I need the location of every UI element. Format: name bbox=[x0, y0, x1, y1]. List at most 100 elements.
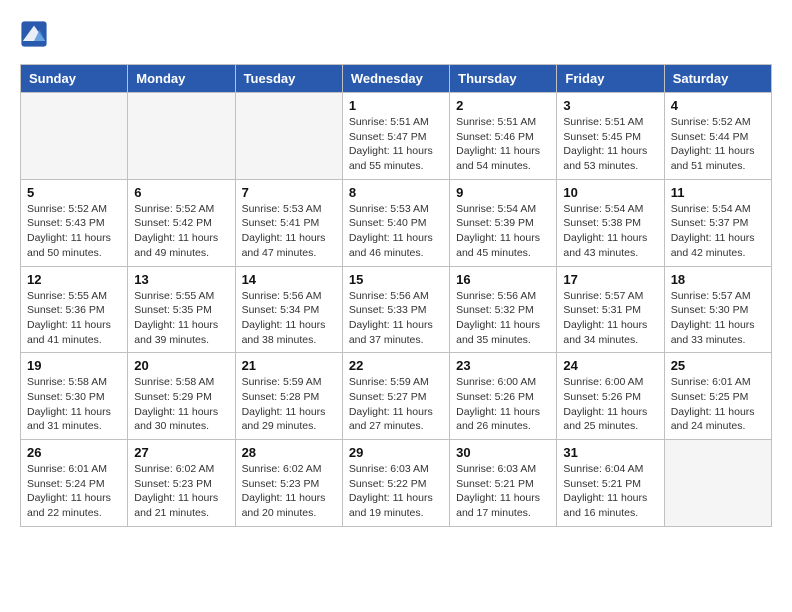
day-info: Sunrise: 5:57 AM Sunset: 5:30 PM Dayligh… bbox=[671, 289, 765, 348]
day-info: Sunrise: 5:53 AM Sunset: 5:41 PM Dayligh… bbox=[242, 202, 336, 261]
weekday-header-saturday: Saturday bbox=[664, 65, 771, 93]
calendar-cell: 8 Sunrise: 5:53 AM Sunset: 5:40 PM Daylig… bbox=[342, 179, 449, 266]
day-number: 28 bbox=[242, 445, 336, 460]
calendar-cell: 2 Sunrise: 5:51 AM Sunset: 5:46 PM Daylig… bbox=[450, 93, 557, 180]
weekday-header-tuesday: Tuesday bbox=[235, 65, 342, 93]
day-info: Sunrise: 6:03 AM Sunset: 5:21 PM Dayligh… bbox=[456, 462, 550, 521]
day-number: 2 bbox=[456, 98, 550, 113]
day-number: 12 bbox=[27, 272, 121, 287]
calendar-cell: 18 Sunrise: 5:57 AM Sunset: 5:30 PM Dayli… bbox=[664, 266, 771, 353]
calendar-cell: 22 Sunrise: 5:59 AM Sunset: 5:27 PM Dayli… bbox=[342, 353, 449, 440]
day-number: 25 bbox=[671, 358, 765, 373]
day-number: 18 bbox=[671, 272, 765, 287]
calendar-cell: 16 Sunrise: 5:56 AM Sunset: 5:32 PM Dayli… bbox=[450, 266, 557, 353]
day-info: Sunrise: 5:55 AM Sunset: 5:36 PM Dayligh… bbox=[27, 289, 121, 348]
calendar-cell: 26 Sunrise: 6:01 AM Sunset: 5:24 PM Dayli… bbox=[21, 440, 128, 527]
calendar-cell: 20Sunrise: 5:58 AM Sunset: 5:29 PM Dayli… bbox=[128, 353, 235, 440]
day-number: 26 bbox=[27, 445, 121, 460]
day-number: 9 bbox=[456, 185, 550, 200]
calendar-cell: 5Sunrise: 5:52 AM Sunset: 5:43 PM Daylig… bbox=[21, 179, 128, 266]
weekday-header-friday: Friday bbox=[557, 65, 664, 93]
day-info: Sunrise: 5:51 AM Sunset: 5:47 PM Dayligh… bbox=[349, 115, 443, 174]
day-number: 7 bbox=[242, 185, 336, 200]
calendar-cell: 6 Sunrise: 5:52 AM Sunset: 5:42 PM Daylig… bbox=[128, 179, 235, 266]
day-info: Sunrise: 6:04 AM Sunset: 5:21 PM Dayligh… bbox=[563, 462, 657, 521]
day-number: 22 bbox=[349, 358, 443, 373]
day-number: 24 bbox=[563, 358, 657, 373]
day-number: 27 bbox=[134, 445, 228, 460]
day-info: Sunrise: 5:52 AM Sunset: 5:42 PM Dayligh… bbox=[134, 202, 228, 261]
calendar-week-3: 12 Sunrise: 5:55 AM Sunset: 5:36 PM Dayli… bbox=[21, 266, 772, 353]
day-number: 16 bbox=[456, 272, 550, 287]
calendar-cell: 9Sunrise: 5:54 AM Sunset: 5:39 PM Daylig… bbox=[450, 179, 557, 266]
calendar-cell: 4 Sunrise: 5:52 AM Sunset: 5:44 PM Daylig… bbox=[664, 93, 771, 180]
calendar-cell: 14 Sunrise: 5:56 AM Sunset: 5:34 PM Dayli… bbox=[235, 266, 342, 353]
page-header bbox=[20, 20, 772, 48]
calendar-cell: 30Sunrise: 6:03 AM Sunset: 5:21 PM Dayli… bbox=[450, 440, 557, 527]
day-info: Sunrise: 6:01 AM Sunset: 5:25 PM Dayligh… bbox=[671, 375, 765, 434]
calendar-table: SundayMondayTuesdayWednesdayThursdayFrid… bbox=[20, 64, 772, 527]
day-info: Sunrise: 6:00 AM Sunset: 5:26 PM Dayligh… bbox=[563, 375, 657, 434]
day-info: Sunrise: 5:56 AM Sunset: 5:32 PM Dayligh… bbox=[456, 289, 550, 348]
day-info: Sunrise: 5:57 AM Sunset: 5:31 PM Dayligh… bbox=[563, 289, 657, 348]
calendar-week-5: 26 Sunrise: 6:01 AM Sunset: 5:24 PM Dayli… bbox=[21, 440, 772, 527]
day-info: Sunrise: 5:58 AM Sunset: 5:29 PM Dayligh… bbox=[134, 375, 228, 434]
logo bbox=[20, 20, 52, 48]
day-number: 13 bbox=[134, 272, 228, 287]
day-number: 17 bbox=[563, 272, 657, 287]
day-number: 19 bbox=[27, 358, 121, 373]
day-info: Sunrise: 6:00 AM Sunset: 5:26 PM Dayligh… bbox=[456, 375, 550, 434]
day-number: 4 bbox=[671, 98, 765, 113]
calendar-cell: 1 Sunrise: 5:51 AM Sunset: 5:47 PM Daylig… bbox=[342, 93, 449, 180]
day-info: Sunrise: 5:58 AM Sunset: 5:30 PM Dayligh… bbox=[27, 375, 121, 434]
day-info: Sunrise: 5:54 AM Sunset: 5:37 PM Dayligh… bbox=[671, 202, 765, 261]
calendar-cell: 15 Sunrise: 5:56 AM Sunset: 5:33 PM Dayli… bbox=[342, 266, 449, 353]
calendar-cell bbox=[664, 440, 771, 527]
calendar-cell: 25 Sunrise: 6:01 AM Sunset: 5:25 PM Dayli… bbox=[664, 353, 771, 440]
day-number: 29 bbox=[349, 445, 443, 460]
day-number: 15 bbox=[349, 272, 443, 287]
calendar-cell: 29Sunrise: 6:03 AM Sunset: 5:22 PM Dayli… bbox=[342, 440, 449, 527]
day-number: 10 bbox=[563, 185, 657, 200]
day-info: Sunrise: 6:02 AM Sunset: 5:23 PM Dayligh… bbox=[242, 462, 336, 521]
day-info: Sunrise: 5:56 AM Sunset: 5:33 PM Dayligh… bbox=[349, 289, 443, 348]
day-number: 8 bbox=[349, 185, 443, 200]
day-number: 31 bbox=[563, 445, 657, 460]
calendar-cell: 10Sunrise: 5:54 AM Sunset: 5:38 PM Dayli… bbox=[557, 179, 664, 266]
day-number: 11 bbox=[671, 185, 765, 200]
calendar-cell: 11 Sunrise: 5:54 AM Sunset: 5:37 PM Dayli… bbox=[664, 179, 771, 266]
calendar-cell: 13Sunrise: 5:55 AM Sunset: 5:35 PM Dayli… bbox=[128, 266, 235, 353]
day-info: Sunrise: 5:59 AM Sunset: 5:28 PM Dayligh… bbox=[242, 375, 336, 434]
day-number: 21 bbox=[242, 358, 336, 373]
calendar-header-row: SundayMondayTuesdayWednesdayThursdayFrid… bbox=[21, 65, 772, 93]
calendar-cell: 3Sunrise: 5:51 AM Sunset: 5:45 PM Daylig… bbox=[557, 93, 664, 180]
calendar-week-4: 19 Sunrise: 5:58 AM Sunset: 5:30 PM Dayli… bbox=[21, 353, 772, 440]
calendar-cell: 28 Sunrise: 6:02 AM Sunset: 5:23 PM Dayli… bbox=[235, 440, 342, 527]
calendar-cell bbox=[21, 93, 128, 180]
calendar-cell: 24 Sunrise: 6:00 AM Sunset: 5:26 PM Dayli… bbox=[557, 353, 664, 440]
day-info: Sunrise: 5:56 AM Sunset: 5:34 PM Dayligh… bbox=[242, 289, 336, 348]
day-info: Sunrise: 5:53 AM Sunset: 5:40 PM Dayligh… bbox=[349, 202, 443, 261]
calendar-cell: 17 Sunrise: 5:57 AM Sunset: 5:31 PM Dayli… bbox=[557, 266, 664, 353]
day-number: 14 bbox=[242, 272, 336, 287]
calendar-cell: 19 Sunrise: 5:58 AM Sunset: 5:30 PM Dayli… bbox=[21, 353, 128, 440]
day-number: 5 bbox=[27, 185, 121, 200]
calendar-cell: 23 Sunrise: 6:00 AM Sunset: 5:26 PM Dayli… bbox=[450, 353, 557, 440]
weekday-header-monday: Monday bbox=[128, 65, 235, 93]
day-info: Sunrise: 5:51 AM Sunset: 5:46 PM Dayligh… bbox=[456, 115, 550, 174]
logo-icon bbox=[20, 20, 48, 48]
day-info: Sunrise: 5:59 AM Sunset: 5:27 PM Dayligh… bbox=[349, 375, 443, 434]
day-number: 1 bbox=[349, 98, 443, 113]
weekday-header-wednesday: Wednesday bbox=[342, 65, 449, 93]
weekday-header-sunday: Sunday bbox=[21, 65, 128, 93]
day-number: 3 bbox=[563, 98, 657, 113]
calendar-cell: 7 Sunrise: 5:53 AM Sunset: 5:41 PM Daylig… bbox=[235, 179, 342, 266]
day-number: 23 bbox=[456, 358, 550, 373]
calendar-week-2: 5Sunrise: 5:52 AM Sunset: 5:43 PM Daylig… bbox=[21, 179, 772, 266]
weekday-header-thursday: Thursday bbox=[450, 65, 557, 93]
calendar-cell: 31 Sunrise: 6:04 AM Sunset: 5:21 PM Dayli… bbox=[557, 440, 664, 527]
day-number: 6 bbox=[134, 185, 228, 200]
day-info: Sunrise: 5:52 AM Sunset: 5:44 PM Dayligh… bbox=[671, 115, 765, 174]
day-info: Sunrise: 6:01 AM Sunset: 5:24 PM Dayligh… bbox=[27, 462, 121, 521]
calendar-week-1: 1 Sunrise: 5:51 AM Sunset: 5:47 PM Daylig… bbox=[21, 93, 772, 180]
